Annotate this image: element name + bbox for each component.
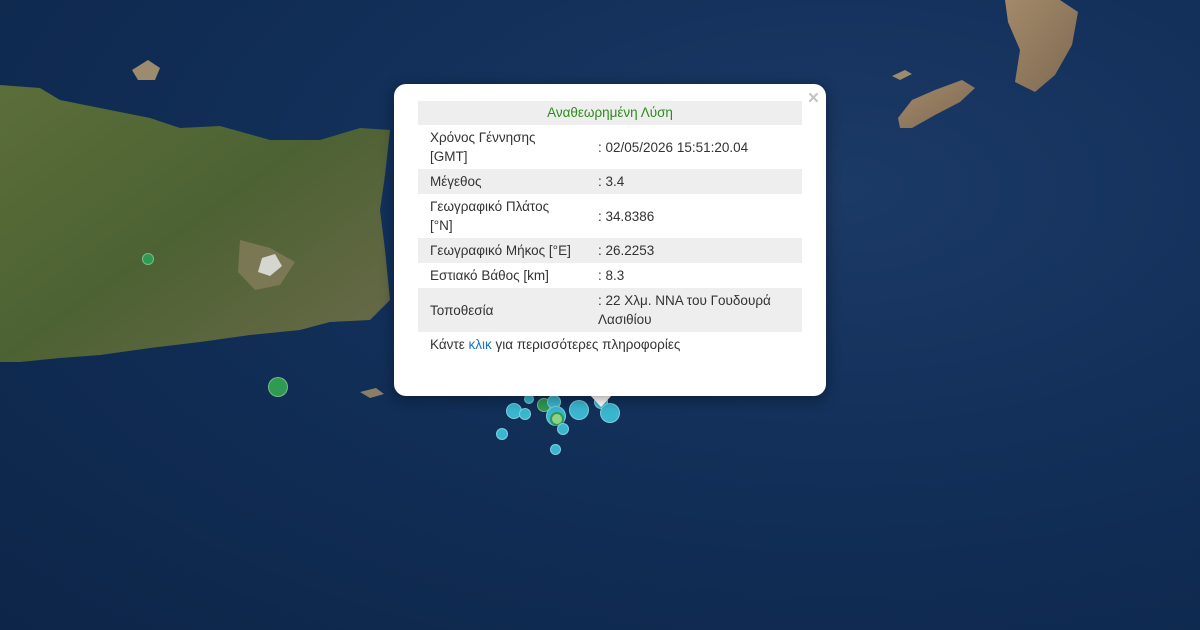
popup-title: Αναθεωρημένη Λύση xyxy=(418,101,802,125)
row-label: Γεωγραφικό Μήκος [°E] xyxy=(418,238,586,263)
quake-marker[interactable] xyxy=(557,423,569,435)
more-info-suffix: για περισσότερες πληροφορίες xyxy=(495,337,681,352)
table-row: Γεωγραφικό Πλάτος [°N] : 34.8386 xyxy=(418,194,802,238)
crete-island xyxy=(0,85,390,362)
more-info-line: Κάντε κλικ για περισσότερες πληροφορίες xyxy=(418,332,802,357)
islet-east xyxy=(892,70,912,80)
row-value: : 26.2253 xyxy=(586,238,802,263)
quake-marker[interactable] xyxy=(142,253,154,265)
row-value: : 3.4 xyxy=(586,169,802,194)
karpathos-island xyxy=(1005,0,1078,92)
row-value: : 22 Χλμ. ΝΝΑ του Γουδουρά Λασιθίου xyxy=(586,288,802,332)
quake-marker[interactable] xyxy=(268,377,288,397)
table-row: Γεωγραφικό Μήκος [°E] : 26.2253 xyxy=(418,238,802,263)
more-info-link[interactable]: κλικ xyxy=(469,337,492,352)
table-row: Εστιακό Βάθος [km] : 8.3 xyxy=(418,263,802,288)
row-value: : 34.8386 xyxy=(598,208,655,224)
islet-south xyxy=(360,388,384,398)
row-label: Εστιακό Βάθος [km] xyxy=(430,268,549,283)
earthquake-info-popup: × Αναθεωρημένη Λύση Χρόνος Γέννησης [GMT… xyxy=(394,84,826,396)
table-row: Χρόνος Γέννησης [GMT] : 02/05/2026 15:51… xyxy=(418,125,802,169)
event-details-table: Χρόνος Γέννησης [GMT] : 02/05/2026 15:51… xyxy=(418,125,802,332)
table-row: Τοποθεσία : 22 Χλμ. ΝΝΑ του Γουδουρά Λασ… xyxy=(418,288,802,332)
quake-marker[interactable] xyxy=(519,408,531,420)
close-icon[interactable]: × xyxy=(808,89,819,109)
row-label: Χρόνος Γέννησης [GMT] xyxy=(430,130,536,164)
quake-marker[interactable] xyxy=(496,428,508,440)
row-label: Μέγεθος xyxy=(418,169,586,194)
row-label: Τοποθεσία xyxy=(418,288,586,332)
row-value: : 8.3 xyxy=(598,268,625,283)
table-row: Μέγεθος : 3.4 xyxy=(418,169,802,194)
kasos-island xyxy=(898,80,975,128)
more-info-prefix: Κάντε xyxy=(430,337,465,352)
quake-marker[interactable] xyxy=(569,400,589,420)
islet-northwest xyxy=(132,60,160,80)
row-label: Γεωγραφικό Πλάτος [°N] xyxy=(430,199,550,233)
row-value: : 02/05/2026 15:51:20.04 xyxy=(598,139,749,155)
quake-marker[interactable] xyxy=(550,444,561,455)
